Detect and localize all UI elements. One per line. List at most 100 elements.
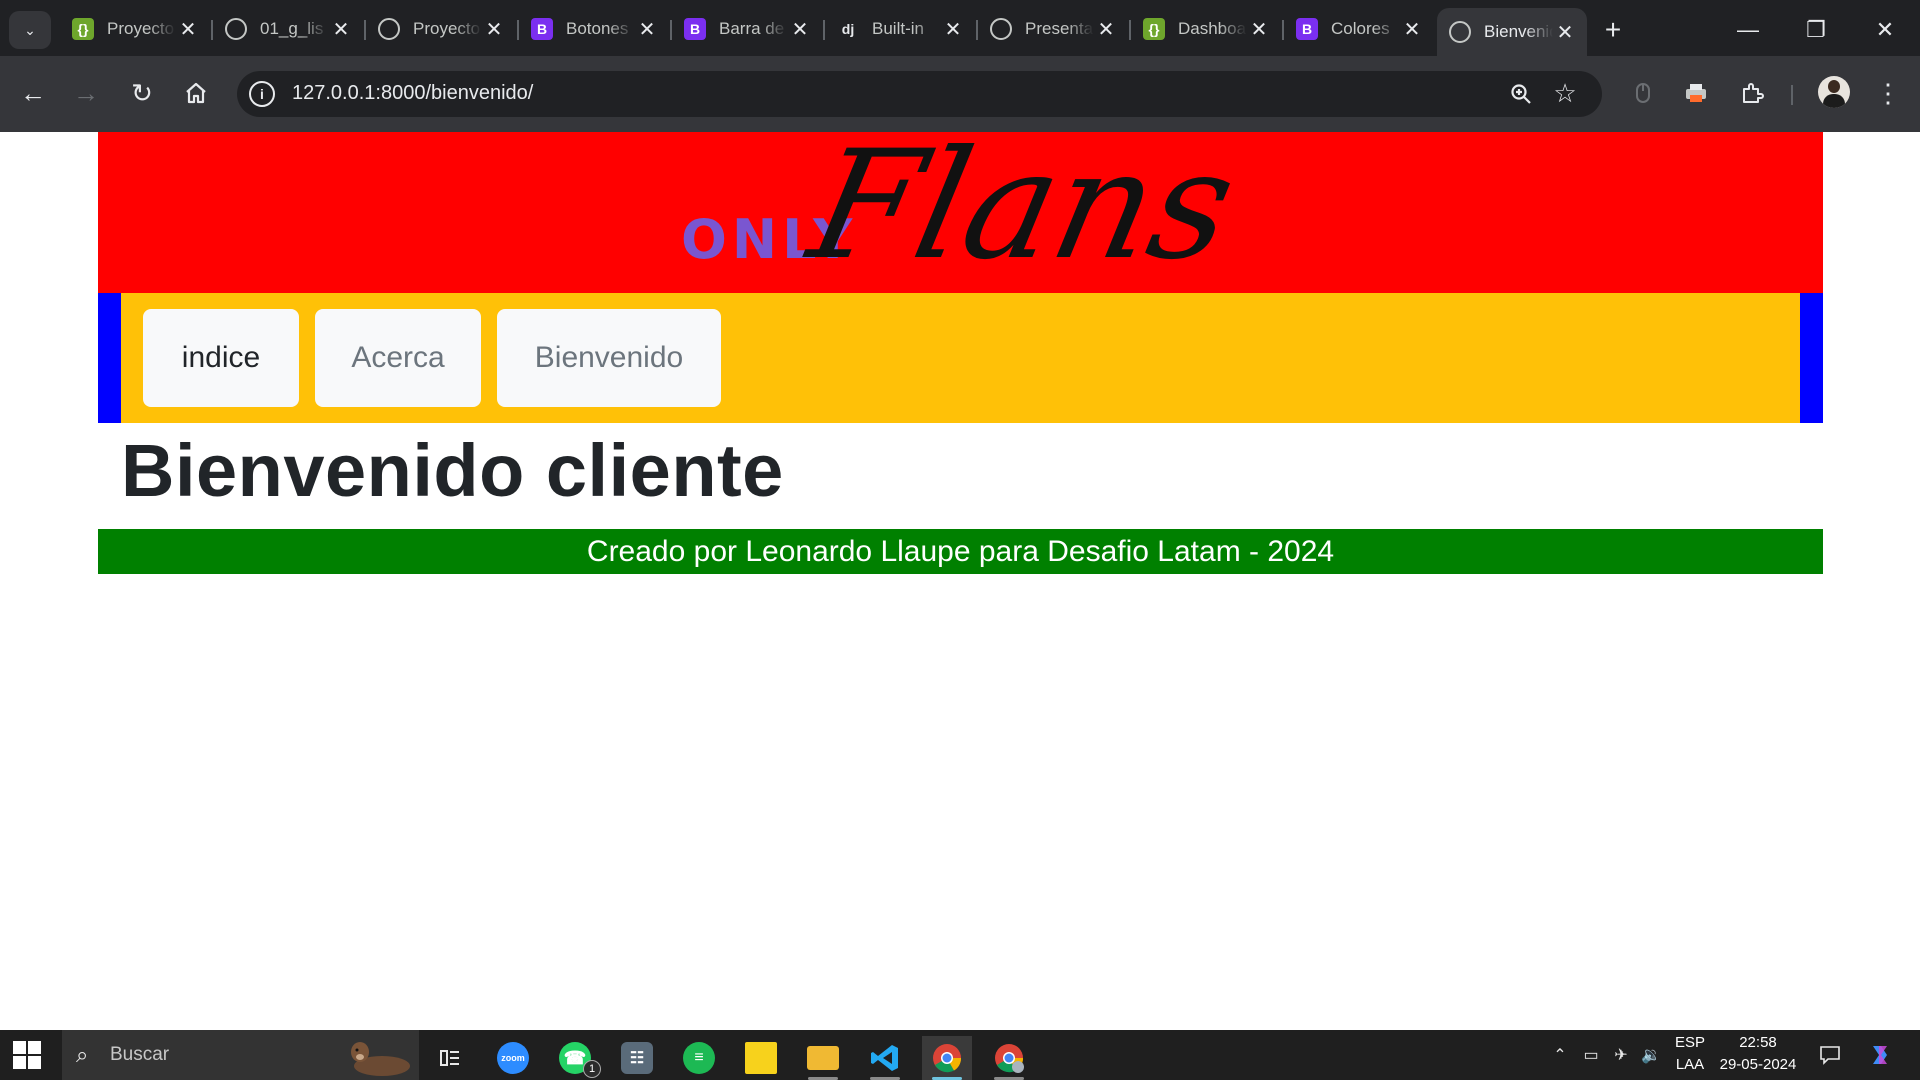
tab-title: Dashboar — [1178, 19, 1247, 38]
search-placeholder: Buscar — [110, 1044, 170, 1065]
close-icon[interactable]: ✕ — [635, 17, 659, 41]
close-icon[interactable]: ✕ — [329, 17, 353, 41]
tab-title: Built-in — [872, 19, 924, 38]
minimize-button[interactable]: — — [1725, 10, 1771, 50]
airplane-icon: ✈ — [1614, 1047, 1628, 1064]
site-logo[interactable]: ONLY Flans — [681, 132, 1241, 293]
calculator-app-button[interactable]: ☷ — [612, 1036, 662, 1080]
windows-taskbar: ⌕ Buscar zoom ☎ 1 ☷ ≡ ⌃ ▭ ✈ 🔉 ESP LAA 22… — [0, 1030, 1920, 1080]
notification-badge: 1 — [583, 1060, 601, 1078]
tab-strip: ⌄ {} Proyecto ✕ 01_g_lis ✕ Proyecto ✕ B … — [0, 0, 1920, 56]
language-indicator[interactable]: ESP LAA — [1672, 1032, 1708, 1076]
tab-9-active[interactable]: Bienvenido ✕ — [1437, 8, 1587, 56]
profile-avatar[interactable] — [1818, 76, 1850, 108]
battery-tray-button[interactable]: ▭ — [1578, 1030, 1604, 1080]
arrow-right-icon: → — [73, 77, 99, 108]
show-hidden-icons-button[interactable]: ⌃ — [1548, 1030, 1572, 1080]
volume-icon: 🔉 — [1641, 1047, 1661, 1064]
zoom-icon[interactable] — [1506, 79, 1536, 109]
extension-mouse-button[interactable] — [1623, 73, 1663, 113]
tab-2[interactable]: Proyecto ✕ — [366, 9, 519, 49]
json-icon: {} — [1143, 18, 1165, 40]
close-icon[interactable]: ✕ — [941, 17, 965, 41]
forward-button[interactable]: → — [66, 73, 106, 113]
sticky-notes-app-button[interactable] — [736, 1036, 786, 1080]
vscode-app-button[interactable] — [860, 1036, 910, 1080]
tab-title: Proyecto — [107, 19, 175, 38]
close-icon[interactable]: ✕ — [482, 17, 506, 41]
tab-6[interactable]: Presenta ✕ — [978, 9, 1131, 49]
tab-3[interactable]: B Botones ✕ — [519, 9, 672, 49]
bootstrap-icon: B — [531, 18, 553, 40]
new-tab-button[interactable]: + — [1597, 14, 1629, 46]
nav-bienvenido-button[interactable]: Bienvenido — [497, 309, 721, 407]
windows-logo-tile — [28, 1041, 41, 1054]
mouse-icon — [1636, 83, 1650, 103]
site-info-icon[interactable]: i — [249, 81, 275, 107]
notifications-button[interactable] — [1814, 1030, 1846, 1080]
close-window-button[interactable]: ✕ — [1862, 10, 1908, 50]
close-icon[interactable]: ✕ — [176, 17, 200, 41]
site-header: ONLY Flans — [98, 132, 1823, 293]
tab-0[interactable]: {} Proyecto ✕ — [60, 9, 213, 49]
search-icon: ⌕ — [76, 1042, 89, 1067]
language-code: ESP — [1674, 1034, 1705, 1051]
close-icon[interactable]: ✕ — [1553, 20, 1577, 44]
puzzle-icon — [1743, 83, 1764, 103]
chrome-profile-app-button[interactable] — [984, 1036, 1034, 1080]
airplane-tray-button[interactable]: ✈ — [1608, 1030, 1634, 1080]
close-icon[interactable]: ✕ — [1247, 17, 1271, 41]
tab-5[interactable]: dj Built-in ✕ — [825, 9, 978, 49]
tab-8[interactable]: B Colores ✕ — [1284, 9, 1434, 49]
home-button[interactable] — [176, 73, 216, 113]
volume-tray-button[interactable]: 🔉 — [1638, 1030, 1664, 1080]
close-icon: ✕ — [1875, 17, 1895, 42]
reload-button[interactable]: ↻ — [122, 73, 162, 113]
tab-1[interactable]: 01_g_lis ✕ — [213, 9, 366, 49]
home-icon — [186, 82, 206, 104]
browser-menu-button[interactable]: ⋮ — [1868, 73, 1908, 113]
close-icon[interactable]: ✕ — [1094, 17, 1118, 41]
tab-search-button[interactable]: ⌄ — [9, 11, 51, 49]
task-view-icon — [440, 1050, 459, 1066]
chrome-app-button[interactable] — [922, 1036, 972, 1080]
chevron-down-icon: ⌄ — [24, 21, 36, 38]
bookmark-star-icon[interactable]: ☆ — [1550, 77, 1580, 109]
tab-title: Proyecto — [413, 19, 481, 38]
clock[interactable]: 22:58 29-05-2024 — [1714, 1032, 1802, 1076]
zoom-app-button[interactable]: zoom — [488, 1036, 538, 1080]
tab-4[interactable]: B Barra de ✕ — [672, 9, 825, 49]
printer-icon — [1686, 84, 1706, 102]
taskbar-search[interactable]: ⌕ Buscar — [62, 1030, 419, 1080]
calculator-icon: ☷ — [621, 1042, 653, 1074]
avatar-body — [1823, 94, 1845, 108]
spotify-icon: ≡ — [683, 1042, 715, 1074]
tab-title: Presenta — [1025, 19, 1094, 38]
address-url[interactable]: 127.0.0.1:8000/bienvenido/ — [292, 82, 533, 105]
json-icon: {} — [72, 18, 94, 40]
globe-icon — [990, 18, 1012, 40]
close-icon[interactable]: ✕ — [1400, 17, 1424, 41]
task-view-button[interactable] — [425, 1036, 475, 1080]
restore-button[interactable]: ❐ — [1793, 10, 1839, 50]
whatsapp-app-button[interactable]: ☎ 1 — [550, 1036, 601, 1080]
windows-start-button[interactable] — [12, 1040, 42, 1070]
nav-acerca-button[interactable]: Acerca — [315, 309, 481, 407]
back-button[interactable]: ← — [13, 73, 53, 113]
file-explorer-app-button[interactable] — [798, 1036, 848, 1080]
nav-indice-button[interactable]: indice — [143, 309, 299, 407]
notification-center-icon — [1820, 1046, 1840, 1065]
spotify-app-button[interactable]: ≡ — [674, 1036, 724, 1080]
page-title: Bienvenido cliente — [121, 429, 784, 512]
copilot-button[interactable] — [1860, 1030, 1900, 1080]
logo-script-text: Flans — [794, 132, 1241, 293]
avatar-head — [1828, 80, 1840, 93]
tab-7[interactable]: {} Dashboar ✕ — [1131, 9, 1284, 49]
close-icon[interactable]: ✕ — [788, 17, 812, 41]
extensions-menu-button[interactable] — [1732, 73, 1772, 113]
extension-button[interactable] — [1676, 73, 1716, 113]
page-footer: Creado por Leonardo Llaupe para Desafio … — [98, 529, 1823, 574]
chrome-alt-icon — [995, 1044, 1024, 1073]
address-bar[interactable]: i 127.0.0.1:8000/bienvenido/ ☆ — [237, 71, 1602, 117]
minimize-icon: — — [1737, 17, 1759, 42]
